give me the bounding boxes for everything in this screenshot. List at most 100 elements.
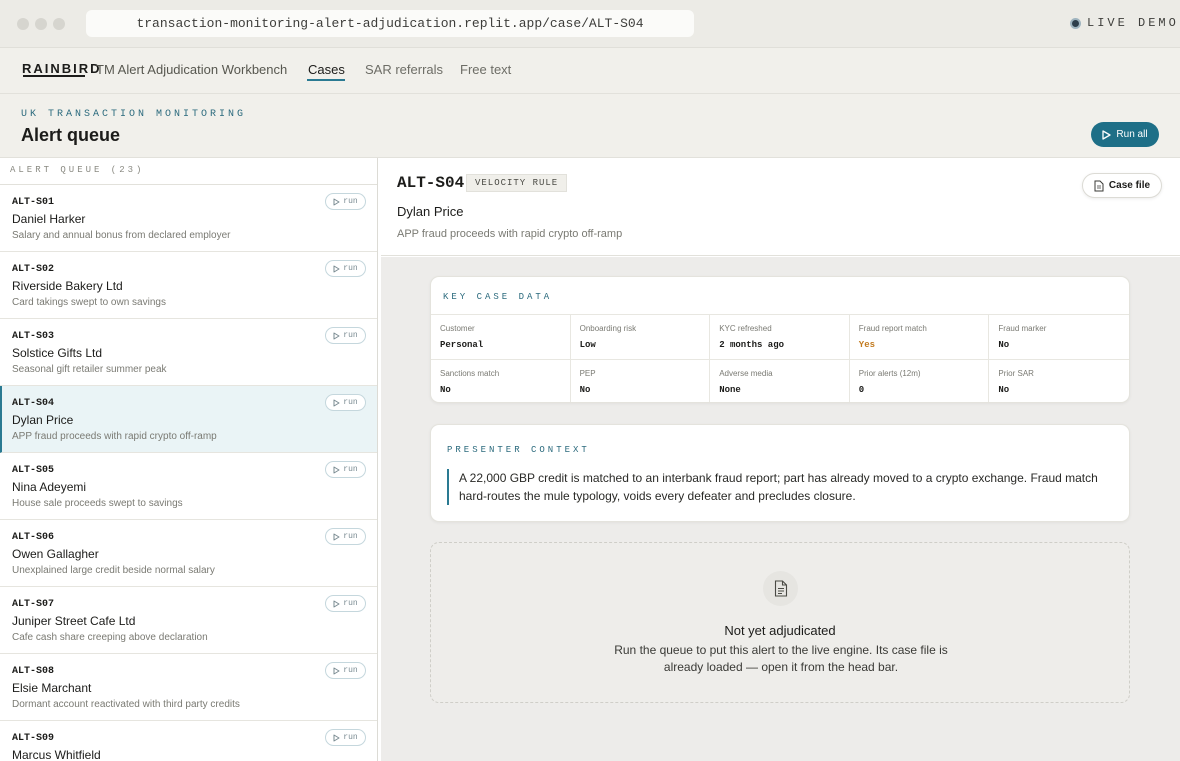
key-case-data-field-label: Customer bbox=[440, 324, 475, 333]
alert-id: ALT-S04 bbox=[12, 398, 55, 409]
alert-description: Seasonal gift retailer summer peak bbox=[12, 364, 167, 375]
alert-description: Dormant account reactivated with third p… bbox=[12, 699, 240, 710]
play-icon bbox=[333, 533, 340, 540]
key-case-data-cell: PEP No bbox=[571, 360, 711, 402]
key-case-data-field-value: No bbox=[579, 385, 591, 395]
key-case-data-field-label: Fraud report match bbox=[858, 324, 927, 333]
document-icon bbox=[1094, 180, 1104, 191]
alert-customer-name: Marcus Whitfield bbox=[12, 748, 101, 761]
play-icon bbox=[333, 399, 340, 406]
run-alert-button[interactable]: run bbox=[325, 394, 366, 411]
alert-queue-item[interactable]: ALT-S09 Marcus Whitfield run bbox=[0, 721, 377, 761]
alert-customer-name: Riverside Bakery Ltd bbox=[12, 279, 123, 293]
nav-link-free-text[interactable]: Free text bbox=[460, 62, 511, 77]
empty-document-icon bbox=[763, 571, 798, 606]
key-case-data-cell: Customer Personal bbox=[431, 315, 571, 360]
key-case-data-cell: Prior alerts (12m) 0 bbox=[850, 360, 990, 402]
alert-queue-list: ALT-S01 Daniel Harker Salary and annual bo… bbox=[0, 185, 377, 761]
key-case-data-cell: Sanctions match No bbox=[431, 360, 571, 402]
key-case-data-field-value: Personal bbox=[440, 340, 484, 350]
alert-description: Unexplained large credit beside normal s… bbox=[12, 565, 215, 576]
alert-queue-item[interactable]: ALT-S03 Solstice Gifts Ltd Seasonal gift r… bbox=[0, 319, 377, 386]
alert-queue-panel: ALERT QUEUE (23) ALT-S01 Daniel Harker Sal… bbox=[0, 158, 378, 761]
page-title: Alert queue bbox=[21, 125, 121, 145]
key-case-data-field-value: Low bbox=[579, 340, 596, 350]
browser-chrome: transaction-monitoring-alert-adjudicatio… bbox=[0, 0, 1180, 48]
key-case-data-field-label: KYC refreshed bbox=[719, 324, 772, 333]
alert-id: ALT-S08 bbox=[12, 666, 55, 677]
presenter-context-label: PRESENTER CONTEXT bbox=[447, 445, 590, 455]
run-alert-button[interactable]: run bbox=[325, 193, 366, 210]
alert-description: Cafe cash share creeping above declarati… bbox=[12, 632, 208, 643]
run-alert-button[interactable]: run bbox=[325, 260, 366, 277]
brand-logo[interactable]: RAINBIRD bbox=[22, 61, 102, 76]
key-case-data-field-value: No bbox=[998, 340, 1010, 350]
alert-queue-item[interactable]: ALT-S07 Juniper Street Cafe Ltd Cafe cash … bbox=[0, 587, 377, 654]
run-alert-label: run bbox=[343, 666, 358, 675]
live-demo-label: LIVE DEMO bbox=[1087, 16, 1179, 30]
key-case-data-grid: Customer Personal Onboarding risk Low KYC re… bbox=[431, 314, 1129, 402]
window-close-dot[interactable] bbox=[17, 18, 29, 30]
live-status-dot-icon bbox=[1070, 17, 1081, 29]
key-case-data-cell: Fraud report match Yes bbox=[849, 315, 990, 360]
run-alert-button[interactable]: run bbox=[325, 461, 366, 478]
play-icon bbox=[333, 466, 340, 473]
case-summary: APP fraud proceeds with rapid crypto off… bbox=[397, 228, 623, 240]
key-case-data-cell: Prior SAR No bbox=[989, 360, 1129, 402]
alert-queue-item[interactable]: ALT-S04 Dylan Price APP fraud proceeds wit… bbox=[0, 386, 377, 453]
page-eyebrow: UK TRANSACTION MONITORING bbox=[21, 109, 247, 120]
url-bar[interactable]: transaction-monitoring-alert-adjudicatio… bbox=[86, 10, 694, 37]
alert-customer-name: Elsie Marchant bbox=[12, 681, 92, 695]
key-case-data-field-label: Prior alerts (12m) bbox=[858, 369, 921, 378]
alert-queue-item[interactable]: ALT-S01 Daniel Harker Salary and annual bo… bbox=[0, 185, 377, 252]
alert-customer-name: Owen Gallagher bbox=[12, 547, 99, 561]
alert-queue-item[interactable]: ALT-S08 Elsie Marchant Dormant account rea… bbox=[0, 654, 377, 721]
run-alert-label: run bbox=[343, 197, 358, 206]
key-case-data-field-value: 2 months ago bbox=[719, 340, 784, 350]
run-alert-button[interactable]: run bbox=[325, 662, 366, 679]
adjudication-empty-state: Not yet adjudicated Run the queue to put… bbox=[430, 542, 1130, 703]
alert-id: ALT-S02 bbox=[12, 264, 55, 275]
alert-description: Card takings swept to own savings bbox=[12, 297, 166, 308]
window-maximize-dot[interactable] bbox=[53, 18, 65, 30]
run-alert-button[interactable]: run bbox=[325, 729, 366, 746]
key-case-data-field-value: No bbox=[998, 385, 1010, 395]
presenter-context-card: PRESENTER CONTEXT A 22,000 GBP credit is… bbox=[430, 424, 1130, 522]
key-case-data-field-value: No bbox=[440, 385, 451, 395]
case-file-button[interactable]: Case file bbox=[1082, 173, 1162, 198]
run-alert-button[interactable]: run bbox=[325, 595, 366, 612]
alert-customer-name: Solstice Gifts Ltd bbox=[12, 346, 103, 360]
nav-link-sar-referrals[interactable]: SAR referrals bbox=[365, 62, 443, 77]
run-all-button[interactable]: Run all bbox=[1091, 122, 1159, 147]
key-case-data-field-label: Adverse media bbox=[719, 369, 773, 378]
window-minimize-dot[interactable] bbox=[35, 18, 47, 30]
case-file-label: Case file bbox=[1108, 180, 1151, 191]
alert-description: House sale proceeds swept to savings bbox=[12, 498, 183, 509]
key-case-data-field-label: Onboarding risk bbox=[579, 324, 637, 333]
alert-customer-name: Juniper Street Cafe Ltd bbox=[12, 614, 136, 628]
page-header: UK TRANSACTION MONITORING Alert queue Ru… bbox=[0, 94, 1180, 158]
empty-state-title: Not yet adjudicated bbox=[724, 623, 836, 638]
alert-queue-item[interactable]: ALT-S06 Owen Gallagher Unexplained large c… bbox=[0, 520, 377, 587]
alert-id: ALT-S09 bbox=[12, 733, 55, 744]
play-icon bbox=[1102, 129, 1112, 140]
case-customer-name: Dylan Price bbox=[397, 204, 464, 219]
alert-description: APP fraud proceeds with rapid crypto off… bbox=[12, 431, 217, 442]
key-case-data-card: KEY CASE DATA Customer Personal Onboarding… bbox=[430, 276, 1130, 403]
key-case-data-cell: KYC refreshed 2 months ago bbox=[710, 315, 850, 360]
run-alert-button[interactable]: run bbox=[325, 528, 366, 545]
run-alert-label: run bbox=[343, 733, 358, 742]
play-icon bbox=[333, 734, 340, 741]
key-case-data-cell: Fraud marker No bbox=[989, 315, 1129, 360]
key-case-data-field-label: Prior SAR bbox=[998, 369, 1034, 378]
alert-id: ALT-S05 bbox=[12, 465, 55, 476]
alert-id: ALT-S03 bbox=[12, 331, 55, 342]
key-case-data-label: KEY CASE DATA bbox=[443, 292, 553, 302]
alert-queue-item[interactable]: ALT-S05 Nina Adeyemi House sale proceeds s… bbox=[0, 453, 377, 520]
key-case-data-cell: Adverse media None bbox=[710, 360, 850, 402]
live-demo-indicator: LIVE DEMO bbox=[1070, 16, 1179, 30]
alert-queue-item[interactable]: ALT-S02 Riverside Bakery Ltd Card takings … bbox=[0, 252, 377, 319]
key-case-data-field-label: PEP bbox=[579, 369, 596, 378]
run-alert-button[interactable]: run bbox=[325, 327, 366, 344]
nav-link-cases[interactable]: Cases bbox=[308, 62, 345, 77]
